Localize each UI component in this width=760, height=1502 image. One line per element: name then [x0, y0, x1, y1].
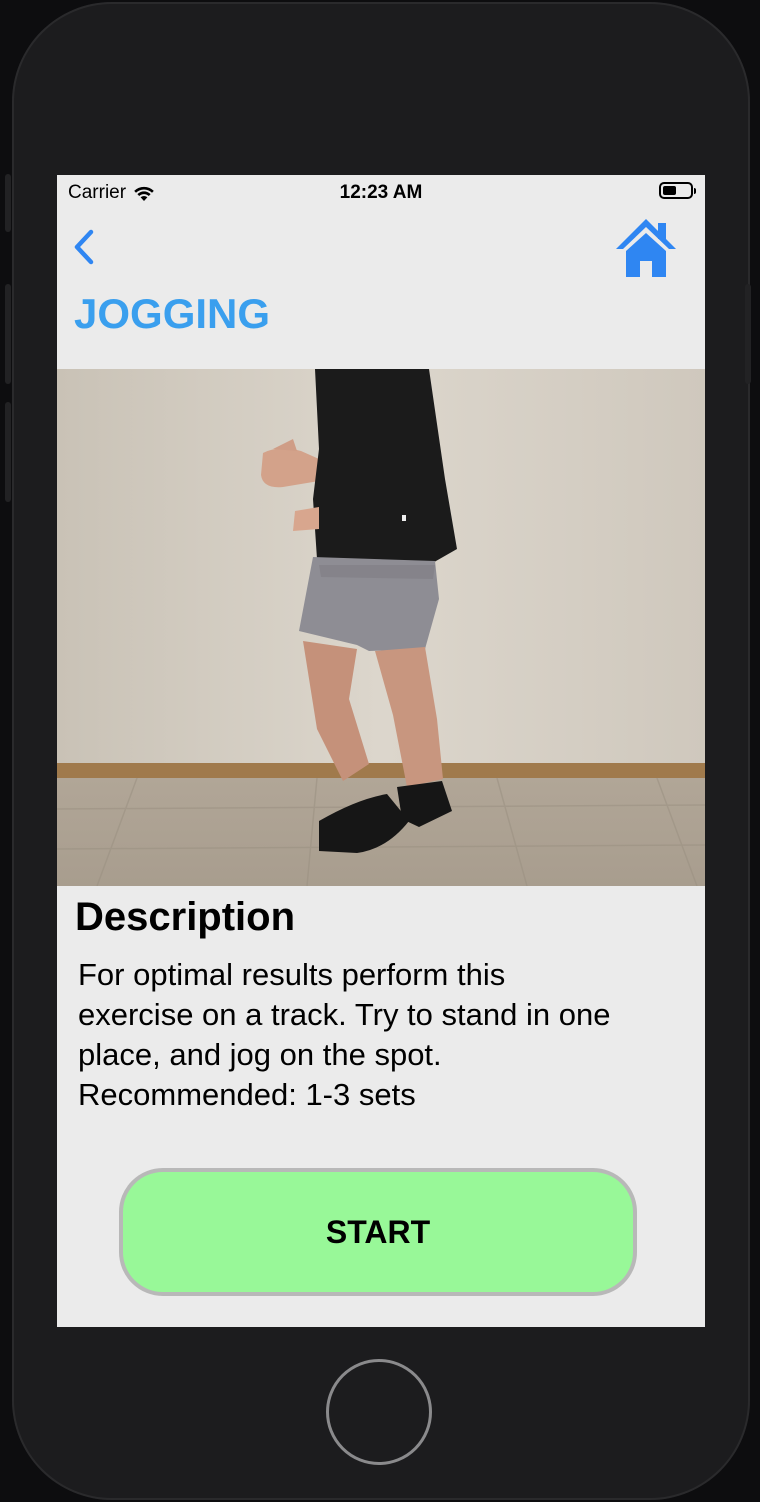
back-button[interactable] [69, 227, 99, 267]
description-text: For optimal results perform this exercis… [78, 955, 690, 1115]
description-line: exercise on a track. Try to stand in one [78, 997, 611, 1032]
battery-icon [659, 182, 696, 199]
page-title: JOGGING [74, 290, 271, 337]
volume-up-button [5, 284, 11, 384]
description-line: For optimal results perform this [78, 957, 506, 992]
home-hardware-button[interactable] [326, 1359, 432, 1465]
description-heading: Description [75, 895, 296, 939]
home-button[interactable] [614, 217, 678, 279]
house-icon [616, 219, 676, 277]
app-screen: Carrier 12:23 AM JOGGING Description For… [57, 175, 705, 1327]
description-line: Recommended: 1-3 sets [78, 1077, 416, 1112]
status-bar: Carrier 12:23 AM [57, 175, 705, 211]
volume-down-button [5, 402, 11, 502]
description-line: place, and jog on the spot. [78, 1037, 442, 1072]
start-button[interactable]: START [119, 1168, 637, 1296]
chevron-left-icon [74, 229, 94, 265]
battery-level [663, 186, 676, 195]
exercise-demo-image [57, 369, 705, 886]
mute-switch [5, 174, 11, 232]
power-button [745, 284, 751, 384]
status-time: 12:23 AM [339, 182, 423, 203]
